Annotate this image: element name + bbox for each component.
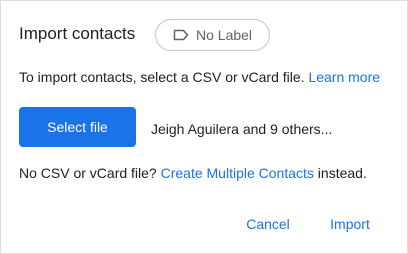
selected-file-name: Jeigh Aguilera and 9 others... [151,121,333,137]
learn-more-link[interactable]: Learn more [308,69,380,85]
cancel-button[interactable]: Cancel [237,209,299,239]
label-selector-chip[interactable]: No Label [155,19,270,51]
create-multiple-contacts-link[interactable]: Create Multiple Contacts [161,165,314,181]
select-file-button[interactable]: Select file [19,107,136,147]
import-contacts-dialog: Import contacts No Label To import conta… [0,0,408,254]
alternative-prefix: No CSV or vCard file? [19,165,157,181]
alternative-suffix: instead. [317,165,367,181]
label-chip-text: No Label [196,27,253,43]
instructions-text: To import contacts, select a CSV or vCar… [19,69,305,85]
label-icon [173,29,189,41]
import-button[interactable]: Import [319,209,381,239]
import-instructions: To import contacts, select a CSV or vCar… [19,69,380,85]
alternative-option: No CSV or vCard file? Create Multiple Co… [19,165,367,181]
dialog-title: Import contacts [19,24,136,43]
